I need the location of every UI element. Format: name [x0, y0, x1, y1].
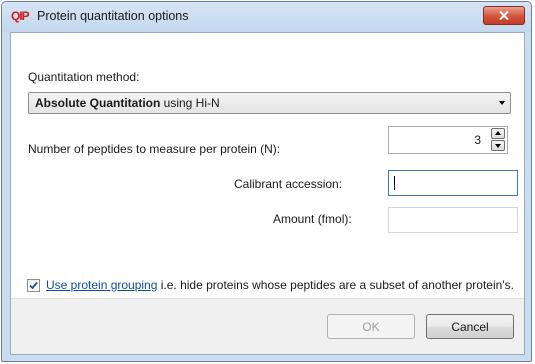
amount-input[interactable] [389, 208, 517, 232]
quantitation-method-name: Absolute Quantitation [35, 96, 161, 110]
calibrant-accession-field[interactable] [388, 170, 518, 196]
chevron-down-icon [499, 101, 505, 105]
calibrant-accession-label: Calibrant accession: [234, 177, 343, 191]
amount-field[interactable] [388, 207, 518, 233]
protein-grouping-checkbox[interactable] [27, 279, 40, 292]
peptides-per-protein-label: Number of peptides to measure per protei… [28, 142, 281, 156]
dialog-body: Quantitation method: Absolute Quantitati… [10, 32, 525, 355]
quantitation-method-suffix: using Hi-N [160, 96, 220, 110]
button-bar: OK Cancel [11, 298, 524, 354]
title-bar[interactable]: QIP Protein quantitation options [2, 2, 531, 32]
protein-grouping-description: Use protein grouping i.e. hide proteins … [46, 277, 516, 294]
dialog-window: QIP Protein quantitation options Quantit… [1, 1, 532, 362]
quantitation-method-dropdown[interactable]: Absolute Quantitation using Hi-N [28, 92, 511, 114]
spin-down-button[interactable] [491, 140, 505, 151]
close-x-icon [499, 11, 509, 20]
window-title: Protein quantitation options [37, 9, 189, 23]
quantitation-method-value: Absolute Quantitation using Hi-N [35, 96, 220, 111]
peptides-per-protein-value[interactable]: 3 [474, 133, 481, 148]
protein-grouping-link[interactable]: Use protein grouping [46, 278, 157, 292]
calibrant-accession-input[interactable] [389, 171, 517, 195]
protein-grouping-rest: i.e. hide proteins whose peptides are a … [157, 278, 514, 292]
text-caret [394, 176, 395, 190]
amount-label: Amount (fmol): [273, 212, 352, 226]
ok-button[interactable]: OK [327, 314, 415, 339]
spin-up-button[interactable] [491, 128, 505, 139]
peptides-per-protein-stepper[interactable]: 3 [388, 126, 508, 154]
cancel-button[interactable]: Cancel [426, 314, 514, 339]
close-button[interactable] [483, 6, 525, 25]
checkmark-icon [29, 281, 38, 290]
app-logo: QIP [11, 9, 30, 23]
quantitation-method-label: Quantitation method: [28, 70, 140, 84]
